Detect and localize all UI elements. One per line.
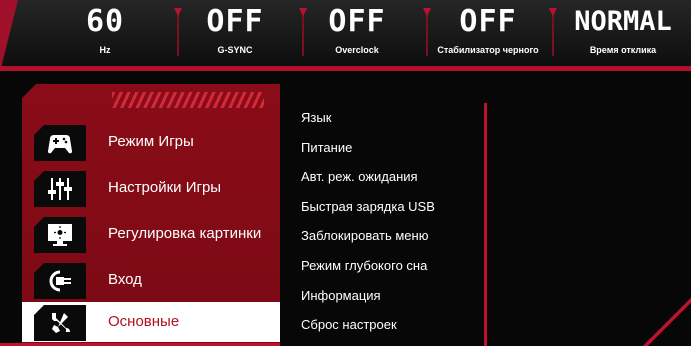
submenu-item-auto-standby[interactable]: Авт. реж. ожидания bbox=[301, 169, 418, 185]
status-label: G-SYNC bbox=[217, 45, 253, 55]
status-label: Hz bbox=[99, 45, 111, 55]
status-black-stabilizer: OFF Стабилизатор черного bbox=[425, 0, 551, 66]
monitor-brightness-icon bbox=[34, 217, 86, 253]
submenu-item-lock-menu[interactable]: Заблокировать меню bbox=[301, 228, 428, 244]
menu-item-label: Вход bbox=[108, 271, 142, 288]
status-gsync: OFF G-SYNC bbox=[190, 0, 280, 66]
menu-item-game-mode[interactable]: Режим Игры bbox=[22, 122, 280, 162]
gamepad-icon bbox=[34, 125, 86, 161]
submenu-item-deep-sleep[interactable]: Режим глубокого сна bbox=[301, 258, 427, 274]
corner-accent bbox=[631, 286, 691, 346]
status-label: Время отклика bbox=[589, 45, 657, 55]
status-bar-accent-line bbox=[0, 66, 691, 71]
decorative-hatch bbox=[112, 92, 264, 108]
status-separator bbox=[177, 8, 179, 56]
menu-item-label: Режим Игры bbox=[108, 133, 194, 150]
menu-item-label: Настройки Игры bbox=[108, 179, 222, 196]
menu-item-label: Регулировка картинки bbox=[108, 225, 262, 242]
menu-item-picture-adjust[interactable]: Регулировка картинки bbox=[22, 214, 280, 254]
osd-screen: 60 Hz OFF G-SYNC OFF Overclock OFF Стаби… bbox=[0, 0, 691, 346]
status-bar-notch bbox=[0, 0, 18, 72]
status-value: OFF bbox=[328, 4, 386, 39]
status-value: 60 bbox=[85, 4, 125, 39]
menu-item-general[interactable]: Основные bbox=[22, 302, 280, 342]
menu-item-input[interactable]: Вход bbox=[22, 260, 280, 300]
status-separator bbox=[302, 8, 304, 56]
status-overclock: OFF Overclock bbox=[312, 0, 402, 66]
sliders-icon bbox=[34, 171, 86, 207]
status-refresh-rate: 60 Hz bbox=[60, 0, 150, 66]
menu-item-game-settings[interactable]: Настройки Игры bbox=[22, 168, 280, 208]
status-value: OFF bbox=[206, 4, 264, 39]
wrench-screwdriver-icon bbox=[34, 305, 86, 341]
submenu-item-language[interactable]: Язык bbox=[301, 110, 331, 126]
status-value: NORMAL bbox=[574, 6, 672, 37]
status-label: Overclock bbox=[335, 45, 379, 55]
submenu-item-power[interactable]: Питание bbox=[301, 140, 352, 156]
status-label: Стабилизатор черного bbox=[437, 45, 539, 55]
status-bar: 60 Hz OFF G-SYNC OFF Overclock OFF Стаби… bbox=[0, 0, 691, 72]
status-value: OFF bbox=[459, 4, 517, 39]
status-response-time: NORMAL Время отклика bbox=[555, 0, 691, 66]
status-separator bbox=[552, 8, 554, 56]
submenu-divider bbox=[484, 103, 487, 346]
submenu-item-reset[interactable]: Сброс настроек bbox=[301, 317, 397, 333]
input-plug-icon bbox=[34, 263, 86, 299]
menu-item-label: Основные bbox=[108, 313, 180, 330]
submenu-item-usb-quick-charge[interactable]: Быстрая зарядка USB bbox=[301, 199, 435, 215]
submenu-item-information[interactable]: Информация bbox=[301, 288, 381, 304]
